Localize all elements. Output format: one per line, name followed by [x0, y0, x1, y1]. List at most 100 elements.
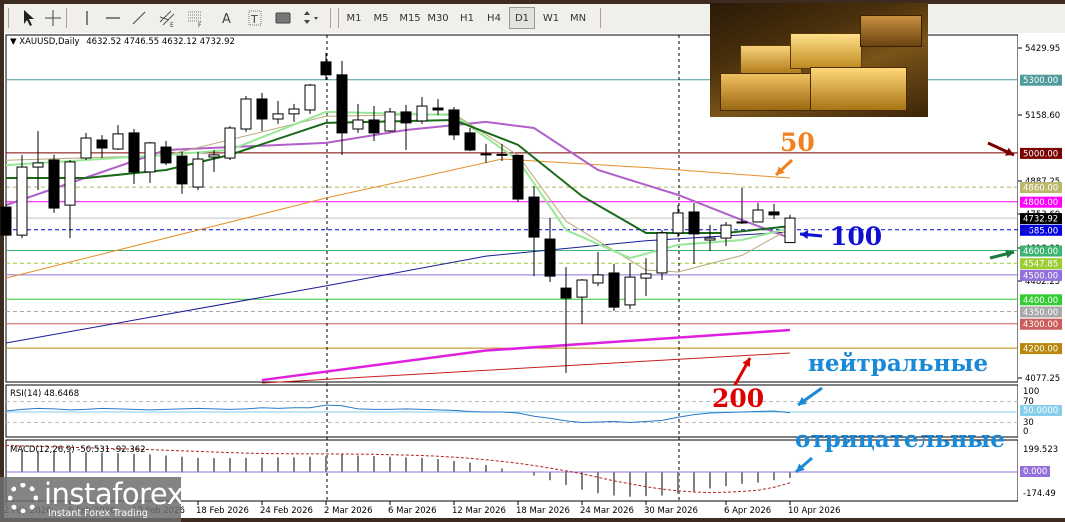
price-level-label: 5300.00: [1023, 76, 1058, 86]
macd-tick-label: -174.49: [1023, 489, 1056, 499]
candle-body: [80, 137, 92, 159]
date-tick-label: 24 Feb 2026: [260, 506, 313, 516]
candle: [48, 154, 60, 213]
candle-body: [352, 119, 364, 130]
candle: [304, 83, 316, 114]
date-tick-label: 18 Mar 2026: [516, 506, 570, 516]
gold-bars-image: [710, 3, 928, 117]
candle-body: [448, 109, 460, 136]
macd-tick-label: 0.000: [1023, 467, 1047, 477]
candle-body: [128, 132, 140, 173]
candle-body: [16, 166, 28, 236]
gear-logo-icon: [8, 483, 38, 513]
candle-body: [752, 209, 764, 223]
candle: [656, 230, 668, 281]
date-tick-label: 18 Feb 2026: [196, 506, 249, 516]
price-level-label: 4400.00: [1023, 296, 1058, 306]
price-level-label: 4800.00: [1023, 198, 1058, 208]
candle-body: [688, 211, 700, 235]
candle-body: [224, 127, 236, 159]
ma100-annotation: 100: [830, 222, 883, 251]
candle-body: [576, 279, 588, 298]
candle: [240, 96, 252, 132]
candle-body: [32, 162, 44, 168]
candle-body: [592, 274, 604, 284]
rsi-tick-label: 50.0000: [1023, 406, 1058, 416]
candle-body: [656, 232, 668, 274]
candle: [16, 154, 28, 239]
price-level-label: 4200.00: [1023, 345, 1058, 355]
symbol-label: XAUUSD,Daily: [19, 37, 80, 47]
candle-body: [672, 212, 684, 234]
candle-body: [784, 217, 796, 244]
candle-body: [528, 196, 540, 238]
logo-tagline: Instant Forex Trading: [48, 508, 148, 519]
candle-body: [560, 287, 572, 299]
candle-body: [544, 238, 556, 277]
candle-body: [704, 237, 716, 241]
candle-body: [608, 272, 620, 308]
price-tick-label: 5429.95: [1025, 44, 1060, 54]
candle-body: [736, 221, 748, 224]
candle-body: [208, 154, 220, 158]
candle-body: [384, 111, 396, 132]
candle-body: [496, 153, 508, 156]
candle-body: [160, 146, 172, 164]
price-level-label: 4300.00: [1023, 320, 1058, 330]
candle: [784, 214, 796, 244]
price-level-label: 4860.00: [1023, 184, 1058, 194]
candle-body: [144, 142, 156, 173]
ma50-annotation: 50: [780, 128, 815, 157]
candle-body: [480, 153, 492, 156]
candle: [384, 108, 396, 132]
rsi-tick-label: 0: [1023, 427, 1028, 437]
date-tick-label: 6 Mar 2026: [388, 506, 436, 516]
candle-body: [240, 98, 252, 130]
macd-negative-annotation: отрицательные: [795, 426, 1005, 453]
candle-body: [320, 61, 332, 76]
candle-body: [368, 119, 380, 134]
date-tick-label: 12 Mar 2026: [452, 506, 506, 516]
chart-header: ▼ XAUUSD,Daily 4632.52 4746.55 4632.12 4…: [10, 37, 235, 47]
price-level-label: 4500.00: [1023, 271, 1058, 281]
candle-body: [400, 111, 412, 124]
candle: [224, 126, 236, 160]
price-level-label: 4732.92: [1023, 215, 1058, 225]
candle-body: [464, 132, 476, 151]
price-level-label: 4547.85: [1023, 260, 1058, 270]
candle-body: [256, 98, 268, 120]
candle-body: [416, 105, 428, 122]
candle-body: [624, 276, 636, 306]
ma200-annotation: 200: [712, 384, 765, 413]
candle-body: [48, 159, 60, 209]
candle-body: [112, 133, 124, 150]
price-tick-label: 4077.25: [1025, 374, 1060, 384]
candle-body: [64, 161, 76, 206]
candle: [448, 107, 460, 140]
rsi-tick-label: 100: [1023, 387, 1039, 397]
instaforex-logo: instaforex Instant Forex Trading: [0, 477, 184, 522]
candle-body: [304, 84, 316, 111]
ohlc-values: 4632.52 4746.55 4632.12 4732.92: [86, 37, 235, 47]
candle-body: [720, 224, 732, 239]
candle-body: [272, 113, 284, 120]
rsi-title: RSI(14) 48.6468: [10, 389, 79, 399]
candle-body: [0, 206, 12, 236]
rsi-neutral-annotation: нейтральные: [808, 350, 989, 377]
date-tick-label: 30 Mar 2026: [644, 506, 698, 516]
candle-body: [96, 139, 108, 149]
date-tick-label: 10 Apr 2026: [788, 506, 841, 516]
candle-body: [512, 154, 524, 200]
logo-name: instaforex: [44, 477, 184, 511]
candle-body: [336, 74, 348, 134]
candle-body: [288, 108, 300, 115]
collapse-triangle-icon[interactable]: ▼: [10, 37, 17, 47]
candle-body: [176, 155, 188, 185]
macd-tick-label: 199.523: [1023, 445, 1058, 455]
candle-body: [192, 158, 204, 188]
candle-body: [768, 211, 780, 216]
candle-body: [432, 107, 444, 111]
date-tick-label: 2 Mar 2026: [324, 506, 372, 516]
candle-body: [640, 273, 652, 279]
price-level-label: 4350.00: [1023, 308, 1058, 318]
